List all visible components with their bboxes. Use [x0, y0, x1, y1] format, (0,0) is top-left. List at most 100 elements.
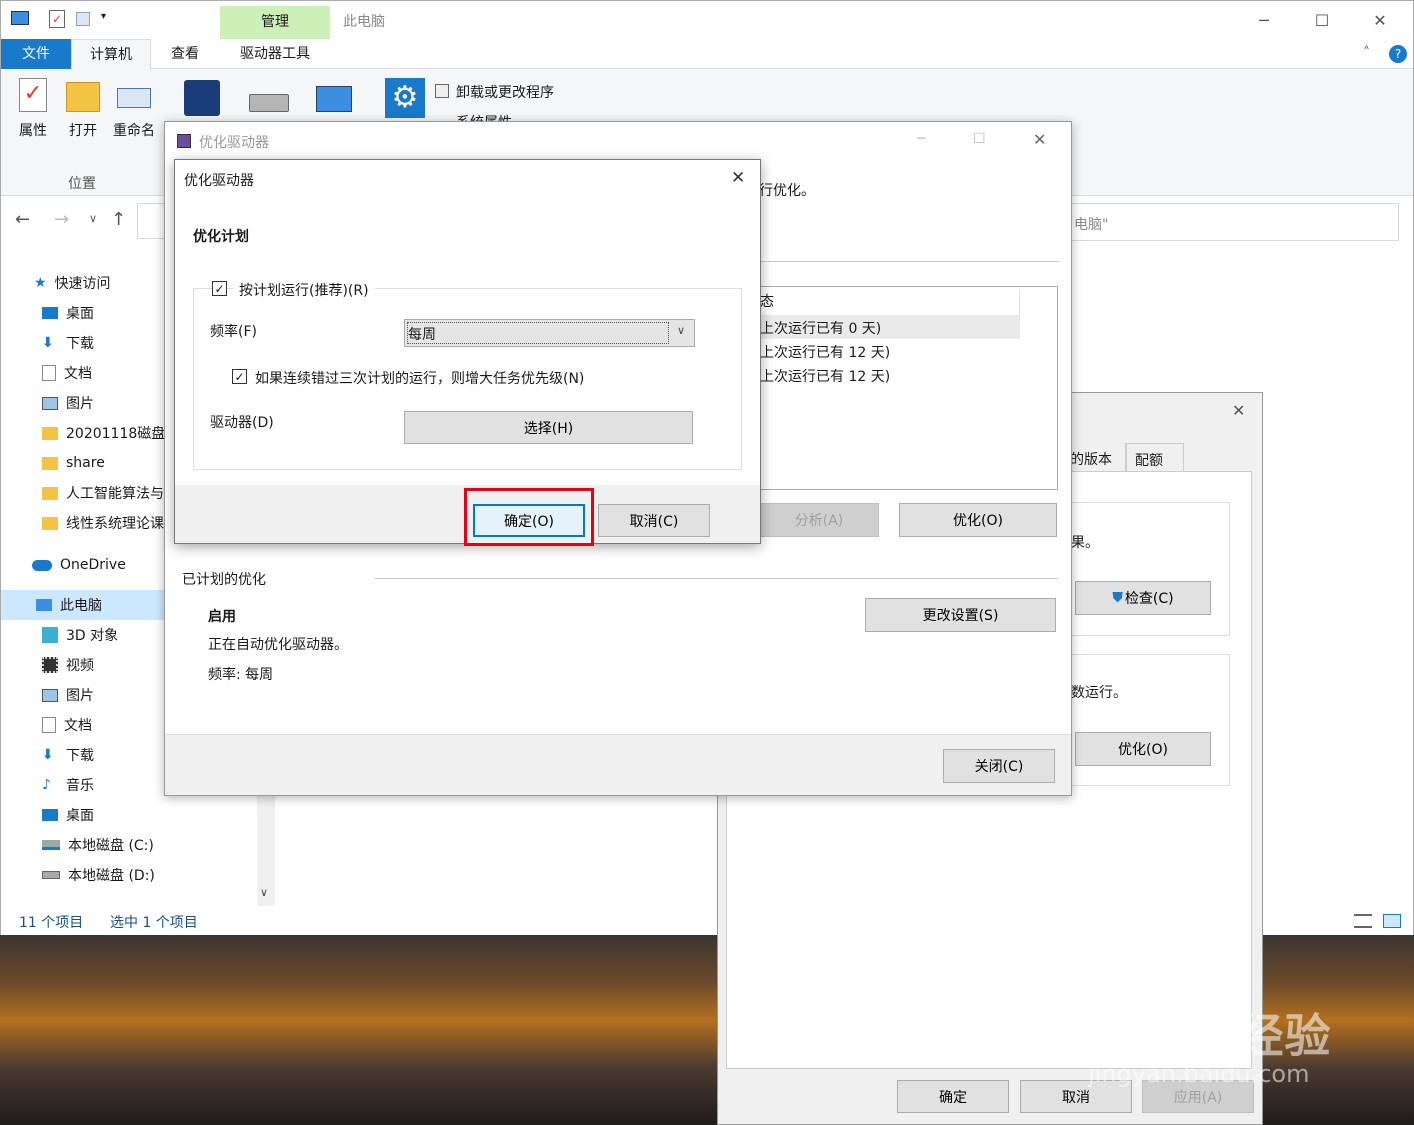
nav-3d-objects[interactable]: 3D 对象 [1, 620, 118, 650]
maximize-button[interactable]: ☐ [1293, 1, 1351, 39]
section-divider [375, 578, 1058, 579]
optimize-text: 数运行。 [1071, 685, 1127, 701]
large-icons-view-icon[interactable] [1383, 914, 1401, 928]
uninstall-icon [435, 84, 449, 98]
group-location-label: 位置 [68, 176, 96, 192]
check-label: 检查(C) [1124, 591, 1174, 607]
nav-folder-linear[interactable]: 线性系统理论课 [1, 508, 164, 538]
close-icon[interactable]: ✕ [1232, 401, 1245, 420]
tab-drive-tools[interactable]: 驱动器工具 [220, 39, 330, 69]
check-button[interactable]: ⛊ 检查(C) [1075, 581, 1211, 615]
nav-pictures-2[interactable]: 图片 [1, 680, 94, 710]
change-settings-button[interactable]: 更改设置(S) [865, 598, 1056, 632]
run-on-schedule-label[interactable]: 按计划运行(推荐)(R) [233, 280, 375, 300]
list-row[interactable]: 上次运行已有 0 天) [760, 315, 1020, 339]
close-button[interactable]: ✕ [1351, 1, 1409, 39]
help-icon[interactable]: ? [1389, 45, 1407, 63]
computer-icon [11, 11, 29, 25]
run-on-schedule-checkbox[interactable]: ✓ [212, 281, 227, 296]
document-icon [42, 365, 56, 381]
nav-quick-access[interactable]: ★ 快速访问 [1, 268, 111, 298]
settings-icon[interactable]: ⚙ [385, 78, 425, 118]
nav-label: 本地磁盘 (C:) [68, 838, 154, 854]
list-row[interactable]: 上次运行已有 12 天) [760, 339, 1020, 363]
nav-this-pc[interactable]: 此电脑 [1, 590, 166, 620]
nav-scrollbar[interactable]: ∨ [257, 796, 275, 906]
context-tab-manage[interactable]: 管理 [220, 6, 330, 39]
minimize-button[interactable]: ─ [1235, 1, 1293, 39]
open-button[interactable]: 打开 [61, 78, 105, 148]
status-selected: 选中 1 个项目 [110, 915, 198, 931]
dropdown-icon[interactable]: ▾ [101, 11, 106, 22]
collapse-ribbon-icon[interactable]: ˄ [1363, 45, 1370, 61]
tab-view[interactable]: 查看 [151, 39, 219, 69]
tab-previous-versions[interactable]: 的版本 [1070, 443, 1126, 471]
nav-downloads-2[interactable]: ⬇ 下载 [1, 740, 94, 770]
nav-documents-2[interactable]: 文档 [1, 710, 92, 740]
close-icon[interactable]: ✕ [731, 168, 745, 188]
nav-onedrive[interactable]: OneDrive [1, 550, 126, 580]
checkmark-icon[interactable]: ✓ [49, 10, 65, 28]
rename-label: 重命名 [113, 123, 155, 139]
nav-documents[interactable]: 文档 [1, 358, 92, 388]
nav-pictures[interactable]: 图片 [1, 388, 94, 418]
optimize-button[interactable]: 优化(O) [899, 503, 1057, 537]
search-box[interactable]: 电脑" [1071, 203, 1399, 241]
download-icon: ⬇ [42, 747, 54, 763]
maximize-icon[interactable]: ☐ [973, 131, 986, 147]
choose-drives-button[interactable]: 选择(H) [404, 411, 693, 444]
optimization-schedule-dialog: 优化驱动器 ✕ 优化计划 ✓ 按计划运行(推荐)(R) 频率(F) 每周 ∨ ✓… [174, 159, 761, 546]
drive-c-icon [42, 840, 60, 850]
close-button[interactable]: 关闭(C) [943, 749, 1055, 783]
drive-icon[interactable] [249, 94, 289, 112]
list-row[interactable]: 上次运行已有 12 天) [760, 363, 1020, 387]
ok-button[interactable]: 确定(O) [473, 504, 585, 537]
watermark-logo: Baidu经验 [1085, 1009, 1332, 1063]
folder-icon[interactable] [76, 12, 90, 26]
nav-videos[interactable]: 视频 [1, 650, 94, 680]
tab-quota[interactable]: 配额 [1126, 443, 1184, 471]
minimize-icon[interactable]: ─ [917, 131, 925, 147]
nav-drive-d[interactable]: 本地磁盘 (D:) [1, 860, 155, 890]
scroll-down-icon[interactable]: ∨ [260, 886, 268, 899]
window-title: 此电脑 [343, 14, 385, 30]
ok-button[interactable]: 确定 [897, 1080, 1009, 1113]
tab-computer[interactable]: 计算机 [71, 39, 151, 70]
properties-button[interactable]: ✓ 属性 [11, 78, 55, 148]
nav-desktop[interactable]: 桌面 [1, 298, 94, 328]
nav-downloads[interactable]: ⬇ 下载 [1, 328, 94, 358]
cancel-button[interactable]: 取消(C) [598, 504, 710, 537]
shield-icon: ⛊ [1112, 590, 1123, 606]
up-icon[interactable]: ↑ [111, 209, 126, 230]
uninstall-button[interactable]: 卸载或更改程序 [456, 82, 554, 102]
increase-priority-label[interactable]: 如果连续错过三次计划的运行，则增大任务优先级(N) [255, 368, 584, 388]
optimize-button[interactable]: 优化(O) [1075, 732, 1211, 766]
nav-music[interactable]: ♪ 音乐 [1, 770, 94, 800]
recent-locations-icon[interactable]: ∨ [89, 212, 97, 225]
footer-bar [165, 734, 1071, 795]
rename-button[interactable]: 重命名 [109, 78, 159, 148]
nav-desktop-2[interactable]: 桌面 [1, 800, 94, 830]
nav-label: 线性系统理论课 [66, 516, 164, 532]
close-icon[interactable]: ✕ [1033, 130, 1046, 149]
network-drive-icon[interactable] [316, 86, 352, 112]
nav-folder-share[interactable]: share [1, 448, 105, 478]
chevron-down-icon: ∨ [677, 324, 686, 337]
back-icon[interactable]: ← [15, 209, 30, 230]
details-view-icon[interactable] [1354, 914, 1372, 928]
drive-list[interactable]: 态 上次运行已有 0 天) 上次运行已有 12 天) 上次运行已有 12 天) [759, 286, 1058, 490]
increase-priority-checkbox[interactable]: ✓ [232, 369, 247, 384]
nav-drive-c[interactable]: 本地磁盘 (C:) [1, 830, 154, 860]
tab-file[interactable]: 文件 [1, 39, 71, 69]
nav-folder-1[interactable]: 20201118磁盘 [1, 418, 165, 448]
frequency-label: 频率(F) [210, 324, 257, 340]
forward-icon[interactable]: → [54, 209, 69, 230]
analyze-button[interactable]: 分析(A) [759, 503, 879, 537]
drive-d-icon [42, 871, 60, 879]
status-item-count: 11 个项目 [19, 915, 84, 931]
list-header-status[interactable]: 态 [760, 291, 1020, 315]
nav-folder-ai[interactable]: 人工智能算法与 [1, 478, 164, 508]
watermark-url: jingyan.baidu.com [1088, 1060, 1310, 1088]
frequency-select[interactable]: 每周 ∨ [404, 319, 695, 347]
media-icon[interactable] [184, 80, 220, 116]
